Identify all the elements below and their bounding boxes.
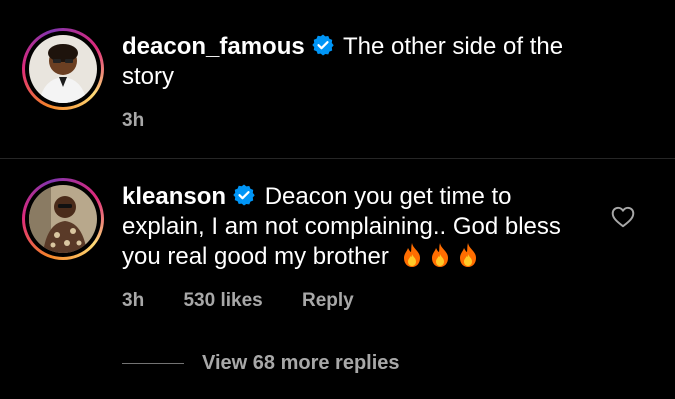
post-caption: deacon_famous The other side of the stor…: [0, 0, 675, 158]
divider: [0, 158, 675, 159]
fire-emoji-icon: [457, 242, 479, 268]
commenter-avatar-story-ring[interactable]: [22, 178, 104, 260]
fire-emoji-icon: [401, 242, 423, 268]
caption-text: deacon_famous The other side of the stor…: [122, 32, 592, 92]
caption-username[interactable]: deacon_famous: [122, 33, 305, 60]
heart-icon[interactable]: [610, 204, 636, 230]
comment-likes[interactable]: 530 likes: [183, 290, 262, 312]
comment-timestamp: 3h: [122, 290, 145, 311]
verified-badge-icon: [232, 183, 256, 207]
view-replies-label[interactable]: View 68 more replies: [202, 352, 400, 374]
avatar-story-ring[interactable]: [22, 28, 104, 110]
view-replies-button[interactable]: View 68 more replies: [122, 352, 400, 380]
avatar[interactable]: [29, 35, 97, 103]
comment-text: kleanson Deacon you get time to explain,…: [122, 182, 592, 272]
replies-divider-line: [122, 363, 184, 364]
fire-emoji-icon: [429, 242, 451, 268]
caption-timestamp: 3h: [122, 110, 145, 131]
comment-meta: 3h 530 likes Reply: [122, 290, 354, 312]
verified-badge-icon: [311, 33, 335, 57]
caption-meta: 3h: [122, 110, 144, 132]
commenter-avatar[interactable]: [29, 185, 97, 253]
comment-username[interactable]: kleanson: [122, 183, 226, 210]
reply-button[interactable]: Reply: [302, 290, 354, 312]
